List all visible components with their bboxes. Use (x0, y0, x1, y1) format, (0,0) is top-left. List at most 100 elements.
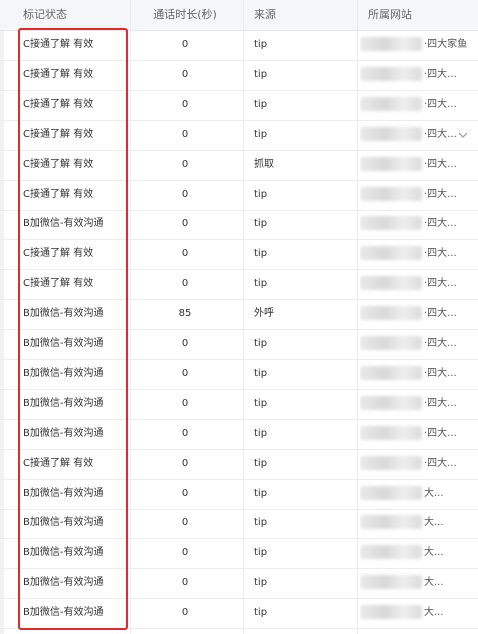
redacted-site-blur (360, 425, 422, 440)
duration-cell: 0 (181, 367, 189, 379)
duration-cell: 0 (181, 248, 189, 260)
site-cell[interactable]: ·四大... (360, 329, 478, 359)
site-cell[interactable]: 大... (360, 538, 478, 568)
site-cell[interactable]: ·四大... (360, 299, 478, 329)
site-cell[interactable]: ·四大... (360, 180, 478, 210)
site-name-text: 大... (424, 607, 444, 619)
site-cell[interactable]: ·四大家鱼 (360, 30, 478, 60)
status-cell: C接通了解 有效 (23, 248, 94, 260)
table-row[interactable]: B加微信-有效沟通 0 tip ·四大... (0, 359, 478, 390)
header-duration[interactable]: 通话时长(秒) (140, 0, 230, 30)
duration-cell: 0 (181, 128, 189, 140)
table-row[interactable]: C接通了解 有效 0 抓取 ·四大... (0, 150, 478, 181)
site-name-text: ·四大... (424, 457, 457, 469)
duration-cell: 0 (181, 39, 189, 50)
site-name-text: ·四大... (424, 308, 457, 320)
header-site[interactable]: 所属网站 (368, 0, 412, 30)
status-cell: B加微信-有效沟通 (23, 607, 104, 619)
status-cell: B加微信-有效沟通 (23, 577, 104, 589)
duration-cell: 0 (181, 278, 189, 290)
table-row[interactable]: C接通了解 有效 0 tip ·四大... (0, 449, 478, 480)
source-cell: tip (254, 278, 268, 290)
site-cell[interactable]: ·四大... (360, 90, 478, 120)
site-cell[interactable]: ·四大... (360, 389, 478, 419)
redacted-site-blur (360, 365, 422, 380)
duration-cell: 0 (181, 607, 189, 619)
site-name-text: ·四大... (424, 158, 457, 170)
table-row[interactable]: C接通了解 有效 0 tip ·四大... (0, 120, 478, 151)
redacted-site-blur (360, 395, 422, 410)
site-cell[interactable]: ·四大... (360, 239, 478, 269)
site-cell[interactable]: 大... (360, 508, 478, 538)
source-cell: tip (254, 457, 268, 469)
site-name-text: 大... (424, 547, 444, 559)
site-name-text: ·四大... (424, 338, 457, 349)
site-cell[interactable]: ·四大... (360, 150, 478, 180)
duration-cell: 0 (181, 427, 189, 439)
site-cell[interactable]: 大... (360, 479, 478, 509)
status-cell: C接通了解 有效 (23, 278, 94, 290)
site-name-text: ·四大... (424, 188, 457, 200)
redacted-site-blur (360, 126, 422, 141)
header-status[interactable]: 标记状态 (23, 0, 67, 30)
site-name-text: ·四大... (424, 128, 457, 140)
table-row[interactable]: C接通了解 有效 0 tip ·四大... (0, 269, 478, 301)
redacted-site-blur (360, 306, 422, 321)
site-cell[interactable]: ·四大... (360, 269, 478, 299)
redacted-site-blur (360, 156, 422, 171)
duration-cell: 0 (181, 158, 189, 170)
source-cell: tip (254, 218, 268, 230)
records-table: 标记状态 通话时长(秒) 来源 所属网站 C接通了解 有效 0 tip ·四大家鱼 C接… (0, 0, 478, 634)
status-cell: C接通了解 有效 (23, 68, 94, 80)
duration-cell: 0 (181, 577, 189, 589)
site-name-text: ·四大... (424, 397, 457, 409)
table-row[interactable]: C接通了解 有效 0 tip ·四大家鱼 (0, 30, 478, 61)
status-cell: C接通了解 有效 (23, 158, 94, 170)
chevron-down-icon[interactable] (458, 130, 468, 140)
header-source[interactable]: 来源 (254, 0, 276, 30)
status-cell: C接通了解 有效 (23, 188, 94, 200)
site-cell[interactable]: 大... (360, 568, 478, 598)
source-cell: tip (254, 517, 268, 529)
source-cell: tip (254, 248, 268, 260)
site-cell[interactable]: 大... (360, 598, 478, 628)
site-cell[interactable]: ·四大... (360, 359, 478, 389)
status-cell: B加微信-有效沟通 (23, 517, 104, 529)
table-row[interactable]: B加微信-有效沟通 0 tip ·四大... (0, 419, 478, 450)
table-row[interactable]: B加微信-有效沟通 0 tip 大... (0, 598, 478, 630)
duration-cell: 0 (181, 547, 189, 559)
status-cell: C接通了解 有效 (23, 128, 94, 140)
table-row[interactable]: C接通了解 有效 0 tip ·四大... (0, 60, 478, 91)
site-cell[interactable]: ·四大... (360, 449, 478, 479)
site-name-text: ·四大... (424, 68, 457, 80)
table-row[interactable]: C接通了解 有效 0 tip ·四大... (0, 180, 478, 211)
source-cell: tip (254, 427, 268, 439)
redacted-site-blur (360, 575, 422, 590)
table-row[interactable]: B加微信-有效沟通 0 tip ·四大... (0, 209, 478, 241)
table-row[interactable]: C接通了解 有效 0 tip ·四大... (0, 239, 478, 271)
site-name-text: ·四大... (424, 98, 457, 110)
site-name-text: ·四大... (424, 248, 457, 260)
source-cell: tip (254, 68, 268, 80)
site-cell[interactable]: ·四大... (360, 419, 478, 449)
site-name-text: ·四大... (424, 427, 457, 439)
table-row[interactable]: B加微信-有效沟通 0 tip ·四大... (0, 329, 478, 360)
table-row[interactable]: B加微信-有效沟通 0 tip 大... (0, 508, 478, 540)
site-cell[interactable]: ·四大... (360, 209, 478, 239)
table-row[interactable]: B加微信-有效沟通 0 tip 大... (0, 568, 478, 600)
table-row[interactable]: B加微信-有效沟通 85 外呼 ·四大... (0, 299, 478, 331)
site-name-text: 大... (424, 487, 444, 499)
table-row[interactable]: B加微信-有效沟通 0 tip 大... (0, 538, 478, 570)
table-row[interactable]: B加微信-有效沟通 0 tip ·四大... (0, 389, 478, 420)
site-cell[interactable]: ·四大... (360, 60, 478, 90)
redacted-site-blur (360, 186, 422, 201)
status-cell: B加微信-有效沟通 (23, 308, 104, 320)
table-row[interactable]: C接通了解 有效 0 tip ·四大... (0, 90, 478, 121)
site-name-text: ·四大... (424, 367, 457, 379)
duration-cell: 0 (181, 517, 189, 529)
site-name-text: ·四大... (424, 278, 457, 290)
status-cell: B加微信-有效沟通 (23, 367, 104, 379)
redacted-site-blur (360, 276, 422, 291)
status-cell: B加微信-有效沟通 (23, 547, 104, 559)
table-row[interactable]: B加微信-有效沟通 0 tip 大... (0, 479, 478, 510)
